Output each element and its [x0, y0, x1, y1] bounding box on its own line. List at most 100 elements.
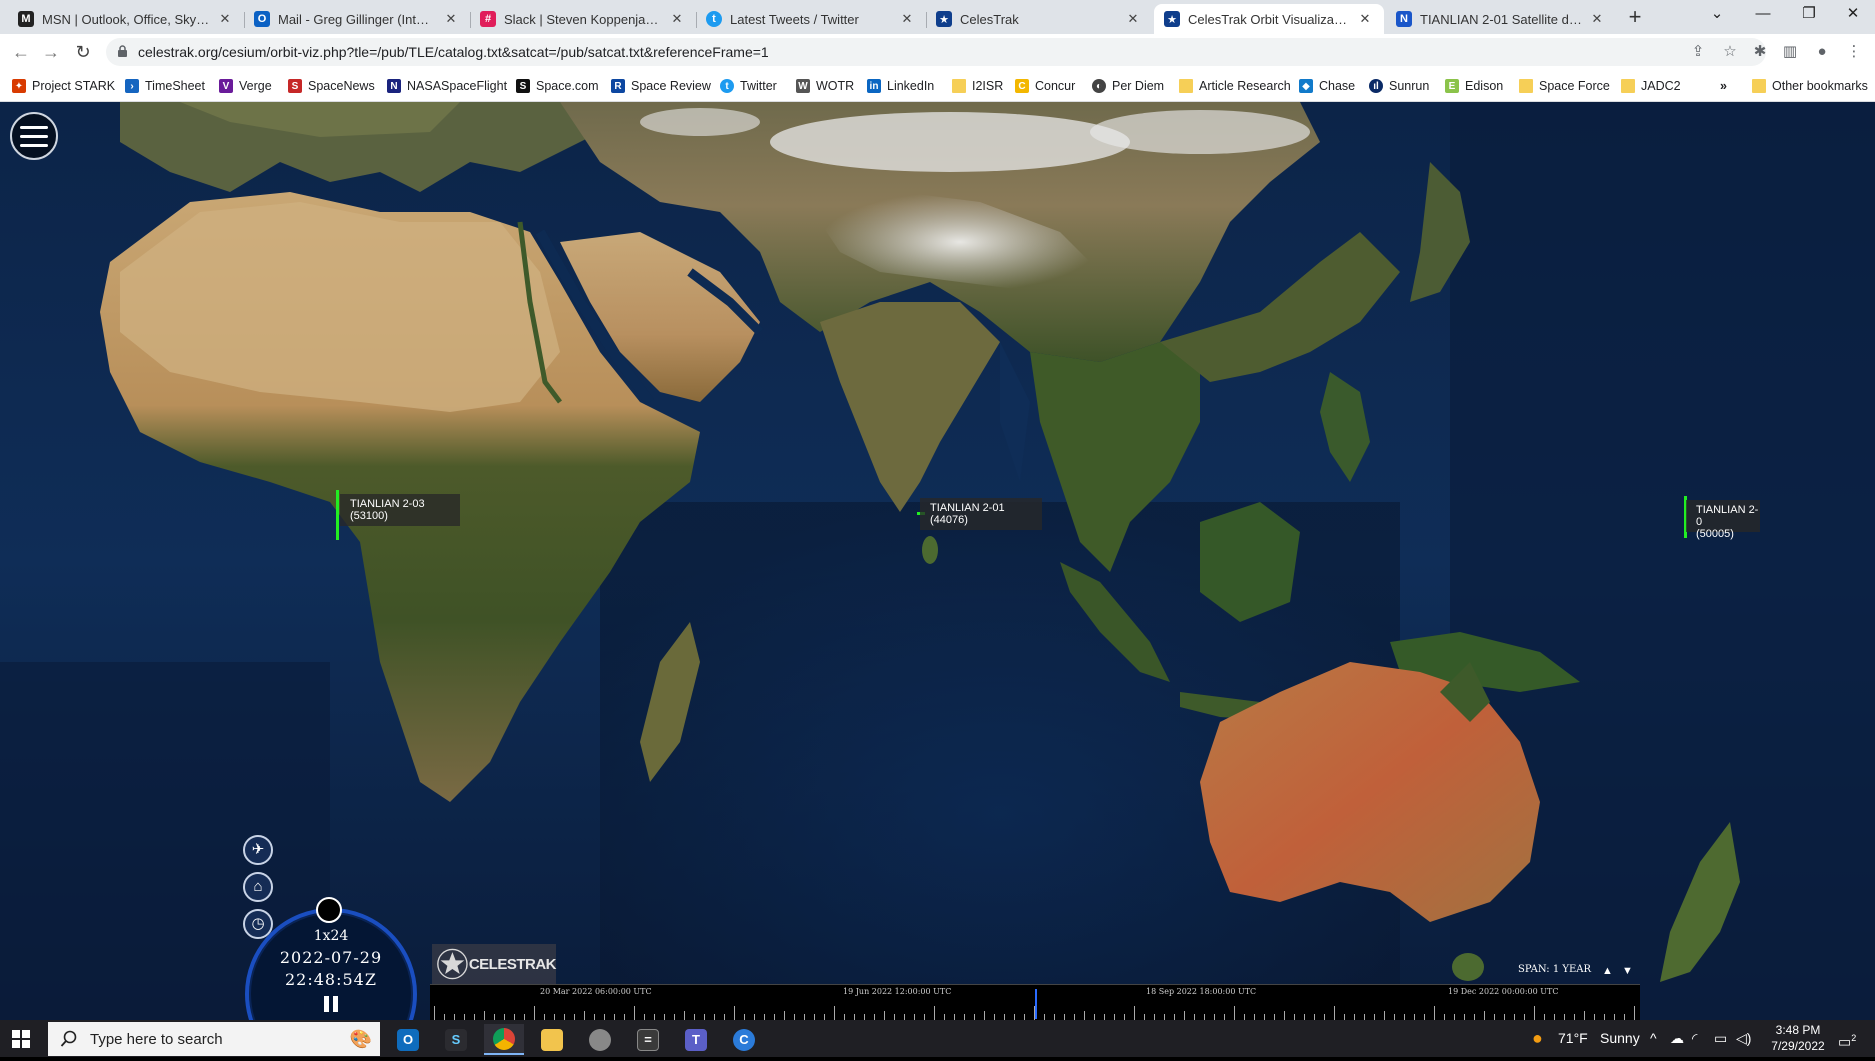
bookmark-label: Chase: [1319, 79, 1356, 93]
tab-close-icon[interactable]: ✕: [1124, 11, 1142, 27]
system-clock[interactable]: 3:48 PM 7/29/2022: [1767, 1022, 1829, 1054]
share-icon[interactable]: ⇪: [1686, 40, 1710, 64]
tab-slack[interactable]: # Slack | Steven Koppenjan | Project ✕: [470, 4, 696, 34]
clock-time: 22:48:54Z: [285, 970, 377, 989]
bookmark-folder-space-force[interactable]: Space Force: [1519, 76, 1610, 96]
tab-close-icon[interactable]: ✕: [1356, 11, 1374, 27]
bookmark-spacecom[interactable]: S Space.com: [516, 76, 599, 96]
tab-close-icon[interactable]: ✕: [898, 11, 916, 27]
pause-icon[interactable]: [323, 996, 339, 1012]
address-bar[interactable]: celestrak.org/cesium/orbit-viz.php?tle=/…: [106, 38, 1766, 66]
earth-map[interactable]: [0, 102, 1875, 1020]
timeline-tick: [1384, 1011, 1385, 1020]
new-tab-button[interactable]: +: [1622, 5, 1648, 31]
satellite-icon[interactable]: ✈: [243, 835, 273, 865]
tab-celestrak[interactable]: ★ CelesTrak ✕: [926, 4, 1152, 34]
satellite-orbit-marker[interactable]: [336, 490, 339, 540]
folder-icon: [1519, 79, 1533, 93]
tray-chevron-icon[interactable]: ^: [1650, 1020, 1657, 1057]
forward-button[interactable]: →: [38, 40, 64, 66]
satellite-label-tianlian-2-03[interactable]: TIANLIAN 2-03 (53100): [340, 494, 460, 526]
other-bookmarks-folder[interactable]: Other bookmarks: [1752, 76, 1868, 96]
tab-tianlian-details[interactable]: N TIANLIAN 2-01 Satellite details ✕: [1386, 4, 1616, 34]
bookmark-linkedin[interactable]: in LinkedIn: [867, 76, 934, 96]
bookmark-folder-i2isr[interactable]: I2ISR: [952, 76, 1003, 96]
bookmark-edison[interactable]: E Edison: [1445, 76, 1503, 96]
reload-button[interactable]: ↻: [70, 40, 96, 66]
tab-close-icon[interactable]: ✕: [1588, 11, 1606, 27]
weather-sun-icon[interactable]: ●: [1532, 1020, 1543, 1057]
globe-icon: [589, 1028, 611, 1051]
tab-msn[interactable]: M MSN | Outlook, Office, Skype, Bing ✕: [8, 4, 244, 34]
minimize-button[interactable]: —: [1740, 0, 1786, 30]
calculator-app[interactable]: =: [628, 1024, 668, 1055]
tab-close-icon[interactable]: ✕: [216, 11, 234, 27]
bookmark-project-stark[interactable]: ✦ Project STARK: [12, 76, 115, 96]
tab-twitter[interactable]: t Latest Tweets / Twitter ✕: [696, 4, 926, 34]
bookmark-per-diem[interactable]: ◐ Per Diem: [1092, 76, 1164, 96]
battery-icon[interactable]: ▭: [1714, 1020, 1727, 1057]
file-explorer-app[interactable]: [532, 1024, 572, 1055]
hamburger-menu-button[interactable]: [10, 112, 58, 160]
windows-start-icon[interactable]: [12, 1030, 30, 1048]
tab-close-icon[interactable]: ✕: [668, 11, 686, 27]
span-decrease-button[interactable]: ▼: [1622, 965, 1633, 977]
side-panel-icon[interactable]: ▥: [1778, 40, 1802, 64]
bookmark-label: Concur: [1035, 79, 1076, 93]
span-increase-button[interactable]: ▲: [1602, 965, 1613, 977]
satellite-label-tianlian-2-01[interactable]: TIANLIAN 2-01 (44076): [920, 498, 1042, 530]
bookmark-sunrun[interactable]: ıl Sunrun: [1369, 76, 1429, 96]
chrome-menu-icon[interactable]: ⋮: [1842, 40, 1866, 64]
home-icon[interactable]: ⌂: [243, 872, 273, 902]
bookmark-spacenews[interactable]: S SpaceNews: [288, 76, 375, 96]
stk-app[interactable]: S: [436, 1024, 476, 1055]
close-window-button[interactable]: ✕: [1830, 0, 1875, 30]
extensions-icon[interactable]: ✱: [1748, 40, 1772, 64]
weather-temp[interactable]: 71°F: [1558, 1020, 1588, 1057]
bookmark-verge[interactable]: V Verge: [219, 76, 272, 96]
celestrak-app[interactable]: C: [724, 1024, 764, 1055]
wifi-icon[interactable]: ◜: [1692, 1020, 1697, 1057]
bookmark-concur[interactable]: C Concur: [1015, 76, 1075, 96]
calculator-icon: =: [637, 1028, 659, 1051]
cesium-viewer[interactable]: TIANLIAN 2-03 (53100) TIANLIAN 2-01 (440…: [0, 102, 1875, 1020]
volume-icon[interactable]: ◁): [1736, 1020, 1751, 1057]
twitter-icon: t: [706, 11, 722, 27]
bookmark-timesheet[interactable]: › TimeSheet: [125, 76, 205, 96]
tab-celestrak-orbit-viz[interactable]: ★ CelesTrak Orbit Visualization ✕: [1154, 4, 1384, 34]
bookmark-star-icon[interactable]: ☆: [1718, 40, 1742, 64]
satellite-label-tianlian-2-04[interactable]: TIANLIAN 2-0 (50005): [1686, 500, 1760, 540]
weather-condition[interactable]: Sunny: [1600, 1020, 1640, 1057]
outlook-app[interactable]: O: [388, 1024, 428, 1055]
bookmark-folder-jadc2[interactable]: JADC2: [1621, 76, 1681, 96]
taskbar-search-box[interactable]: Type here to search 🎨: [48, 1022, 380, 1056]
bookmark-label: Article Research: [1199, 79, 1291, 93]
tab-search-icon[interactable]: ⌄: [1694, 0, 1740, 30]
timeline[interactable]: 20 Mar 2022 06:00:00 UTC 19 Jun 2022 12:…: [430, 984, 1640, 1020]
logo-text: CELESTRAK: [468, 955, 557, 973]
teams-app[interactable]: T: [676, 1024, 716, 1055]
timeline-tick: [1234, 1006, 1235, 1020]
notifications-icon[interactable]: ▭2: [1838, 1020, 1856, 1057]
profile-avatar-icon[interactable]: ●: [1810, 40, 1834, 64]
timeline-label: 19 Dec 2022 00:00:00 UTC: [1448, 987, 1559, 996]
bookmark-twitter[interactable]: t Twitter: [720, 76, 777, 96]
bookmark-wotr[interactable]: W WOTR: [796, 76, 854, 96]
bookmark-space-review[interactable]: R Space Review: [611, 76, 711, 96]
globe-app[interactable]: [580, 1024, 620, 1055]
bookmark-chase[interactable]: ◆ Chase: [1299, 76, 1355, 96]
back-button[interactable]: ←: [8, 40, 34, 66]
tab-mail[interactable]: O Mail - Greg Gillinger (Integrity ISR) …: [244, 4, 470, 34]
tab-close-icon[interactable]: ✕: [442, 11, 460, 27]
bookmark-nasaspaceflight[interactable]: N NASASpaceFlight: [387, 76, 507, 96]
onedrive-icon[interactable]: ☁: [1670, 1020, 1684, 1057]
clock-speed-knob[interactable]: [316, 897, 342, 923]
satellite-name: TIANLIAN 2-03: [350, 498, 425, 510]
bookmark-label: Verge: [239, 79, 272, 93]
restore-button[interactable]: ❐: [1786, 0, 1832, 30]
timeline-cursor[interactable]: [1035, 989, 1037, 1019]
bookmark-folder-article-research[interactable]: Article Research: [1179, 76, 1291, 96]
url-text: celestrak.org/cesium/orbit-viz.php?tle=/…: [138, 44, 769, 60]
more-bookmarks-button[interactable]: »: [1720, 76, 1727, 96]
chrome-app[interactable]: [484, 1024, 524, 1055]
